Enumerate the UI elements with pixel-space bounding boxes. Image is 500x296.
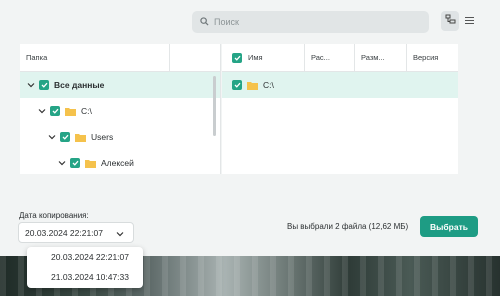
version-column-header[interactable]: Версия xyxy=(407,44,458,71)
tree-view-icon xyxy=(445,12,456,30)
selection-summary: Вы выбрали 2 файла (12,62 МБ) xyxy=(287,222,409,231)
list-view-button[interactable] xyxy=(460,11,478,31)
file-list-header: Имя Рас... Разм... Версия xyxy=(222,44,458,72)
tree-item-label: C:\ xyxy=(81,106,92,116)
chevron-down-icon[interactable] xyxy=(26,82,36,88)
tree-scrollbar[interactable] xyxy=(213,76,216,136)
tree-item-drive-c[interactable]: C:\ xyxy=(20,98,220,124)
file-name: C:\ xyxy=(263,80,274,90)
tree-item-all-data[interactable]: Все данные xyxy=(20,72,220,98)
select-all-checkbox[interactable] xyxy=(232,52,242,63)
chevron-down-icon[interactable] xyxy=(47,134,57,140)
tree-item-users[interactable]: Users xyxy=(20,124,220,150)
checkbox[interactable] xyxy=(232,80,242,90)
file-row[interactable]: C:\ xyxy=(222,72,458,98)
backup-date-label: Дата копирования: xyxy=(19,211,89,220)
list-view-icon xyxy=(464,12,475,30)
tree-item-label: Алексей xyxy=(101,158,134,168)
date-option[interactable]: 21.03.2024 10:47:33 xyxy=(27,267,143,287)
folder-icon xyxy=(65,107,76,116)
tree-view-button[interactable] xyxy=(441,11,459,31)
selected-date: 20.03.2024 22:21:07 xyxy=(25,227,103,238)
file-list-panel: Имя Рас... Разм... Версия C:\ xyxy=(222,44,458,174)
checkbox[interactable] xyxy=(70,158,80,168)
search-input[interactable] xyxy=(214,17,414,27)
extension-column-header[interactable]: Рас... xyxy=(305,44,355,71)
chevron-down-icon xyxy=(116,229,124,239)
size-column-header[interactable]: Разм... xyxy=(355,44,407,71)
folder-tree-header: Папка xyxy=(20,44,220,72)
tree-item-label: Users xyxy=(91,132,114,142)
choose-button[interactable]: Выбрать xyxy=(420,216,478,237)
backup-date-select[interactable]: 20.03.2024 22:21:07 xyxy=(18,222,134,243)
chevron-down-icon[interactable] xyxy=(57,160,67,166)
folder-tree-panel: Папка Все данные C:\ Users Алексей xyxy=(20,44,221,174)
folder-icon xyxy=(75,133,86,142)
tree-item-user-folder[interactable]: Алексей xyxy=(20,150,220,174)
backup-date-dropdown: 20.03.2024 22:21:07 21.03.2024 10:47:33 xyxy=(27,247,143,288)
search-icon xyxy=(200,13,209,31)
folder-icon xyxy=(85,159,96,168)
folder-column-header[interactable]: Папка xyxy=(20,44,170,71)
name-column-header[interactable]: Имя xyxy=(222,44,305,71)
checkbox[interactable] xyxy=(60,132,70,142)
search-box[interactable] xyxy=(192,11,429,33)
tree-item-label: Все данные xyxy=(54,80,105,90)
folder-icon xyxy=(247,81,258,90)
chevron-down-icon[interactable] xyxy=(37,108,47,114)
checkbox[interactable] xyxy=(39,80,49,90)
date-option[interactable]: 20.03.2024 22:21:07 xyxy=(27,247,143,267)
checkbox[interactable] xyxy=(50,106,60,116)
